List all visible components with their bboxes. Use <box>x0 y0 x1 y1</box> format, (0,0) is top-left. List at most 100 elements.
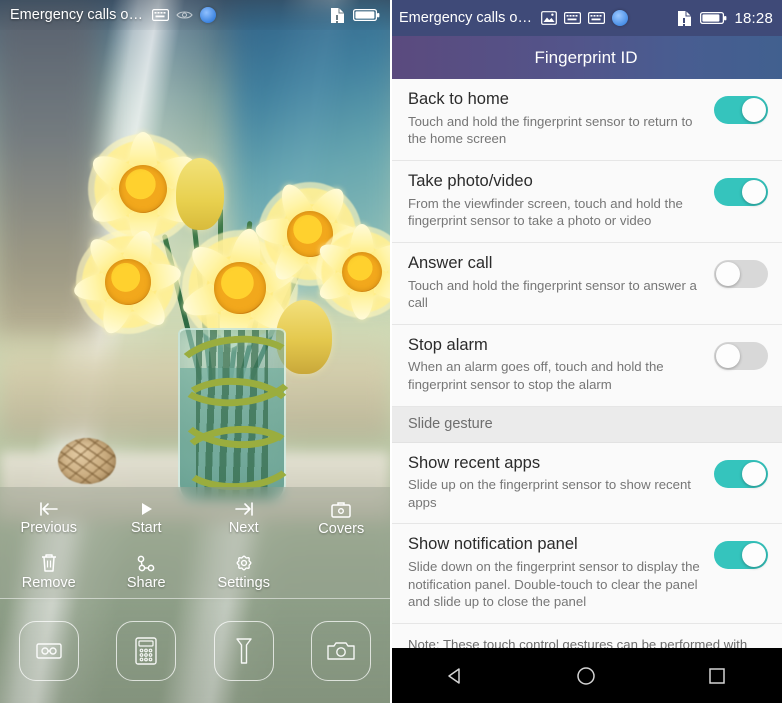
page-title: Fingerprint ID <box>390 36 782 79</box>
toggle-knob <box>716 343 740 368</box>
daffodil-flower <box>72 226 184 338</box>
eye-icon <box>176 9 193 21</box>
covers-icon <box>329 500 353 519</box>
status-icon-group <box>151 7 216 23</box>
shortcut-calculator[interactable] <box>116 621 177 681</box>
row-subtitle: Touch and hold the fingerprint sensor to… <box>408 277 697 311</box>
nav-back-button[interactable] <box>425 665 485 687</box>
voice-recorder-icon <box>34 640 64 662</box>
carrier-label: Emergency calls o… <box>399 10 532 26</box>
menu-item-next[interactable]: Next <box>195 500 293 536</box>
row-text: Answer call Touch and hold the fingerpri… <box>408 254 714 312</box>
camera-icon <box>326 639 356 663</box>
next-icon <box>232 500 256 518</box>
right-phone-screen: Emergency calls o… 18:28 Fingerprint ID … <box>390 0 782 703</box>
setting-row-answer-call[interactable]: Answer call Touch and hold the fingerpri… <box>390 242 782 325</box>
lockscreen-shortcut-bar <box>0 598 390 703</box>
shortcut-camera[interactable] <box>311 621 372 681</box>
fingerprint-dot-icon <box>199 7 216 23</box>
sd-card-icon <box>330 7 345 24</box>
row-subtitle: From the viewfinder screen, touch and ho… <box>408 195 683 229</box>
setting-row-show-notification-panel[interactable]: Show notification panel Slide down on th… <box>390 524 782 624</box>
previous-icon <box>37 500 61 518</box>
row-subtitle: When an alarm goes off, touch and hold t… <box>408 359 664 393</box>
menu-item-remove[interactable]: Remove <box>0 553 98 591</box>
toggle-knob <box>742 98 766 122</box>
row-text: Back to home Touch and hold the fingerpr… <box>408 90 714 148</box>
toggle-knob <box>742 543 766 568</box>
toggle-show-notification-panel[interactable] <box>714 541 768 570</box>
row-text: Show notification panel Slide down on th… <box>408 535 714 610</box>
setting-row-take-photo-video[interactable]: Take photo/video From the viewfinder scr… <box>390 160 782 243</box>
menu-label: Settings <box>217 575 270 591</box>
status-clock: 18:28 <box>734 9 773 27</box>
footer-note: Note: These touch control gestures can b… <box>390 623 782 648</box>
trash-icon <box>38 553 60 573</box>
home-circle-icon <box>575 665 597 687</box>
setting-row-show-recent-apps[interactable]: Show recent apps Slide up on the fingerp… <box>390 442 782 525</box>
row-text: Show recent apps Slide up on the fingerp… <box>408 454 714 512</box>
menu-item-covers[interactable]: Covers <box>293 500 391 537</box>
left-phone-screen: Emergency calls o… Previous Start Next C… <box>0 0 390 703</box>
row-title: Answer call <box>408 253 493 272</box>
menu-label: Remove <box>21 575 76 591</box>
toggle-knob <box>742 461 766 486</box>
battery-icon <box>353 8 380 22</box>
keyboard-icon <box>151 9 169 21</box>
nav-home-button[interactable] <box>556 665 616 687</box>
screen-divider <box>390 0 392 703</box>
battery-icon <box>700 11 727 25</box>
toggle-back-to-home[interactable] <box>714 96 768 124</box>
toggle-take-photo-video[interactable] <box>714 177 768 206</box>
menu-item-share[interactable]: Share <box>98 554 196 591</box>
fingerprint-settings-list: Back to home Touch and hold the fingerpr… <box>390 79 782 648</box>
right-status-bar: Emergency calls o… 18:28 <box>390 0 782 36</box>
toggle-knob <box>742 179 766 204</box>
recents-square-icon <box>706 665 728 687</box>
status-icon-group <box>541 10 628 26</box>
row-title: Show notification panel <box>408 535 578 554</box>
menu-item-start[interactable]: Start <box>98 500 196 536</box>
toggle-show-recent-apps[interactable] <box>714 459 768 488</box>
setting-row-stop-alarm[interactable]: Stop alarm When an alarm goes off, touch… <box>390 324 782 407</box>
android-navigation-bar <box>390 648 782 703</box>
shortcut-voice-recorder[interactable] <box>18 621 79 681</box>
screenshot-icon <box>541 11 557 25</box>
row-text: Take photo/video From the viewfinder scr… <box>408 172 714 230</box>
menu-item-previous[interactable]: Previous <box>0 500 98 536</box>
row-title: Back to home <box>408 90 509 108</box>
toggle-stop-alarm[interactable] <box>714 341 768 370</box>
shortcut-flashlight[interactable] <box>213 621 274 681</box>
menu-item-settings[interactable]: Settings <box>195 553 293 591</box>
nav-recents-button[interactable] <box>687 665 747 687</box>
two-phone-screenshots: Emergency calls o… Previous Start Next C… <box>0 0 782 703</box>
row-subtitle: Slide down on the fingerprint sensor to … <box>408 559 700 610</box>
section-header-slide-gesture: Slide gesture <box>390 406 782 443</box>
setting-row-back-to-home[interactable]: Back to home Touch and hold the fingerpr… <box>390 79 782 161</box>
menu-label: Covers <box>318 520 365 537</box>
decorative-rattan-ball <box>58 438 116 484</box>
menu-label: Share <box>126 574 166 591</box>
row-title: Show recent apps <box>408 453 541 472</box>
calculator-icon <box>134 636 158 666</box>
keyboard-icon <box>587 12 605 24</box>
daffodil-bud <box>176 158 224 230</box>
row-title: Stop alarm <box>408 335 488 354</box>
keyboard-icon <box>563 12 581 24</box>
left-status-bar: Emergency calls o… <box>0 0 390 30</box>
menu-label: Start <box>130 520 162 536</box>
row-title: Take photo/video <box>408 171 533 190</box>
play-icon <box>134 500 158 518</box>
row-text: Stop alarm When an alarm goes off, touch… <box>408 336 714 394</box>
menu-label: Next <box>228 520 259 536</box>
toggle-knob <box>716 261 740 286</box>
sd-card-icon <box>677 10 692 27</box>
row-subtitle: Slide up on the fingerprint sensor to sh… <box>408 477 691 510</box>
carrier-label: Emergency calls o… <box>10 7 143 23</box>
menu-label: Previous <box>20 520 77 536</box>
toggle-answer-call[interactable] <box>714 259 768 288</box>
flashlight-icon <box>232 636 256 666</box>
gear-icon <box>233 553 255 573</box>
gallery-action-menu: Previous Start Next Covers Remove Share … <box>0 487 390 599</box>
back-triangle-icon <box>444 665 466 687</box>
